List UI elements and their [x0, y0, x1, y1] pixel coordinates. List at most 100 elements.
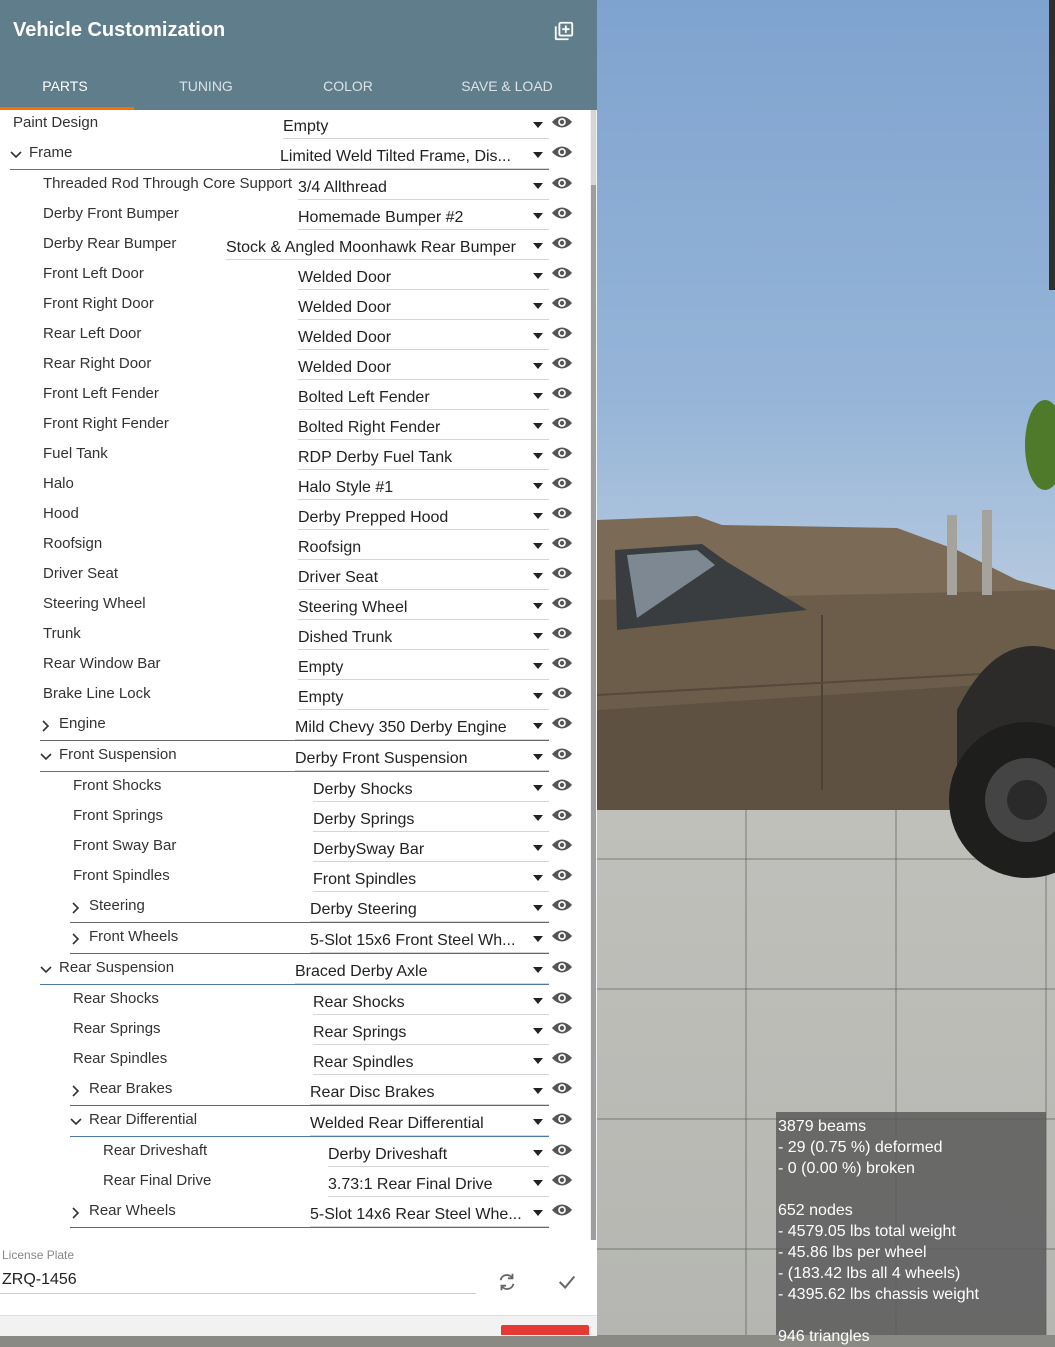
eye-icon[interactable]: [551, 295, 573, 311]
eye-icon[interactable]: [551, 1020, 573, 1036]
eye-icon[interactable]: [551, 1172, 573, 1188]
part-select[interactable]: 5-Slot 15x6 Front Steel Wh...: [310, 926, 549, 953]
eye-icon[interactable]: [551, 355, 573, 371]
dropdown-arrow-icon: [533, 513, 543, 519]
part-select[interactable]: Rear Shocks: [313, 988, 549, 1015]
eye-icon[interactable]: [551, 175, 573, 191]
eye-icon[interactable]: [551, 990, 573, 1006]
part-select[interactable]: Stock & Angled Moonhawk Rear Bumper: [226, 233, 549, 260]
eye-icon[interactable]: [551, 867, 573, 883]
tab-parts[interactable]: PARTS: [0, 62, 130, 110]
part-select[interactable]: 3.73:1 Rear Final Drive: [328, 1170, 549, 1197]
part-select[interactable]: Rear Springs: [313, 1018, 549, 1045]
eye-icon[interactable]: [551, 777, 573, 793]
add-box-icon[interactable]: [553, 20, 575, 42]
part-select[interactable]: Derby Prepped Hood: [298, 503, 549, 530]
part-select[interactable]: Empty: [283, 112, 549, 139]
eye-icon[interactable]: [551, 1142, 573, 1158]
chevron-right-icon[interactable]: [40, 719, 52, 736]
chevron-down-icon[interactable]: [10, 148, 22, 165]
part-select[interactable]: RDP Derby Fuel Tank: [298, 443, 549, 470]
scrollbar[interactable]: [590, 110, 597, 1240]
eye-icon[interactable]: [551, 415, 573, 431]
license-plate-input[interactable]: [0, 1267, 476, 1294]
dropdown-arrow-icon: [533, 845, 543, 851]
eye-icon[interactable]: [551, 959, 573, 975]
eye-icon[interactable]: [551, 625, 573, 641]
check-icon[interactable]: [556, 1271, 578, 1293]
part-select[interactable]: Dished Trunk: [298, 623, 549, 650]
part-select[interactable]: Front Spindles: [313, 865, 549, 892]
chevron-down-icon[interactable]: [40, 963, 52, 980]
tab-tuning[interactable]: TUNING: [140, 62, 272, 110]
footer-action-button[interactable]: [501, 1325, 589, 1335]
chevron-right-icon[interactable]: [70, 932, 82, 949]
eye-icon[interactable]: [551, 1080, 573, 1096]
eye-icon[interactable]: [551, 655, 573, 671]
refresh-icon[interactable]: [496, 1271, 518, 1293]
eye-icon[interactable]: [551, 385, 573, 401]
part-select[interactable]: Halo Style #1: [298, 473, 549, 500]
eye-icon[interactable]: [551, 807, 573, 823]
part-select[interactable]: Bolted Right Fender: [298, 413, 549, 440]
part-select[interactable]: Derby Front Suspension: [295, 744, 549, 771]
part-select[interactable]: Bolted Left Fender: [298, 383, 549, 410]
part-select[interactable]: Empty: [298, 653, 549, 680]
part-select[interactable]: Derby Shocks: [313, 775, 549, 802]
eye-icon[interactable]: [551, 1202, 573, 1218]
eye-icon[interactable]: [551, 325, 573, 341]
part-select[interactable]: Homemade Bumper #2: [298, 203, 549, 230]
eye-icon[interactable]: [551, 445, 573, 461]
dropdown-arrow-icon: [533, 243, 543, 249]
eye-icon[interactable]: [551, 595, 573, 611]
eye-icon[interactable]: [551, 746, 573, 762]
tab-color[interactable]: COLOR: [282, 62, 414, 110]
part-select[interactable]: 5-Slot 14x6 Rear Steel Whe...: [310, 1200, 549, 1227]
tab-save-load[interactable]: SAVE & LOAD: [430, 62, 584, 110]
part-select[interactable]: Welded Door: [298, 263, 549, 290]
eye-icon[interactable]: [551, 535, 573, 551]
part-select[interactable]: Driver Seat: [298, 563, 549, 590]
eye-icon[interactable]: [551, 837, 573, 853]
scrollbar-track[interactable]: [591, 110, 596, 185]
eye-icon[interactable]: [551, 505, 573, 521]
eye-icon[interactable]: [551, 565, 573, 581]
eye-icon[interactable]: [551, 715, 573, 731]
eye-icon[interactable]: [551, 475, 573, 491]
part-select[interactable]: Braced Derby Axle: [295, 957, 549, 984]
eye-icon[interactable]: [551, 144, 573, 160]
part-select[interactable]: Empty: [298, 683, 549, 710]
part-select[interactable]: Derby Driveshaft: [328, 1140, 549, 1167]
dropdown-arrow-icon: [533, 423, 543, 429]
eye-icon[interactable]: [551, 1111, 573, 1127]
eye-icon[interactable]: [551, 685, 573, 701]
eye-icon[interactable]: [551, 205, 573, 221]
eye-icon[interactable]: [551, 265, 573, 281]
chevron-down-icon[interactable]: [70, 1115, 82, 1132]
part-select[interactable]: Welded Door: [298, 353, 549, 380]
parts-list[interactable]: Paint Design Empty Frame Limited Weld Tilte…: [0, 110, 590, 1240]
chevron-right-icon[interactable]: [70, 1084, 82, 1101]
part-select[interactable]: Derby Springs: [313, 805, 549, 832]
part-select[interactable]: Roofsign: [298, 533, 549, 560]
part-select[interactable]: 3/4 Allthread: [298, 173, 549, 200]
chevron-right-icon[interactable]: [70, 901, 82, 918]
eye-icon[interactable]: [551, 235, 573, 251]
part-select[interactable]: Mild Chevy 350 Derby Engine: [295, 713, 549, 740]
eye-icon[interactable]: [551, 1050, 573, 1066]
part-select[interactable]: Welded Door: [298, 293, 549, 320]
eye-icon[interactable]: [551, 928, 573, 944]
chevron-right-icon[interactable]: [70, 1206, 82, 1223]
part-select[interactable]: Rear Spindles: [313, 1048, 549, 1075]
part-select[interactable]: Welded Door: [298, 323, 549, 350]
chevron-down-icon[interactable]: [40, 750, 52, 767]
part-select[interactable]: Rear Disc Brakes: [310, 1078, 549, 1105]
part-select[interactable]: Limited Weld Tilted Frame, Dis...: [280, 142, 549, 169]
eye-icon[interactable]: [551, 897, 573, 913]
part-select[interactable]: DerbySway Bar: [313, 835, 549, 862]
part-select[interactable]: Derby Steering: [310, 895, 549, 922]
part-select[interactable]: Welded Rear Differential: [310, 1109, 549, 1136]
part-select[interactable]: Steering Wheel: [298, 593, 549, 620]
scrollbar-thumb[interactable]: [591, 185, 596, 1240]
eye-icon[interactable]: [551, 114, 573, 130]
